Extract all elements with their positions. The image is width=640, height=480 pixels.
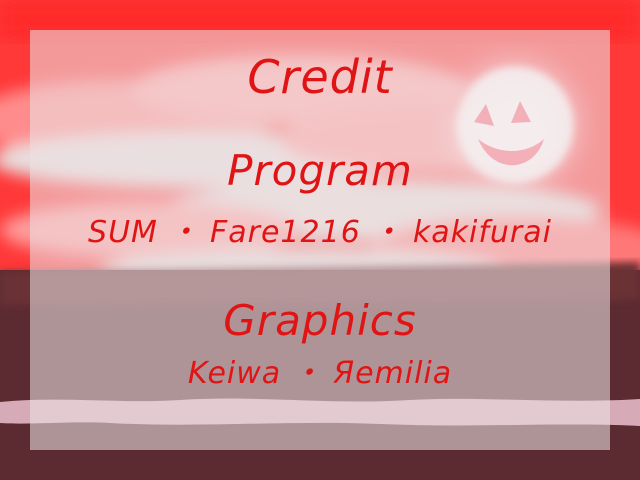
credits-title: Credit bbox=[247, 50, 393, 104]
graphics-credits: Keiwa ・ Яemilia bbox=[187, 356, 453, 391]
graphics-heading: Graphics bbox=[223, 296, 417, 345]
program-heading: Program bbox=[227, 146, 413, 195]
program-credits: SUM ・ Fare1216 ・ kakifurai bbox=[88, 215, 552, 250]
